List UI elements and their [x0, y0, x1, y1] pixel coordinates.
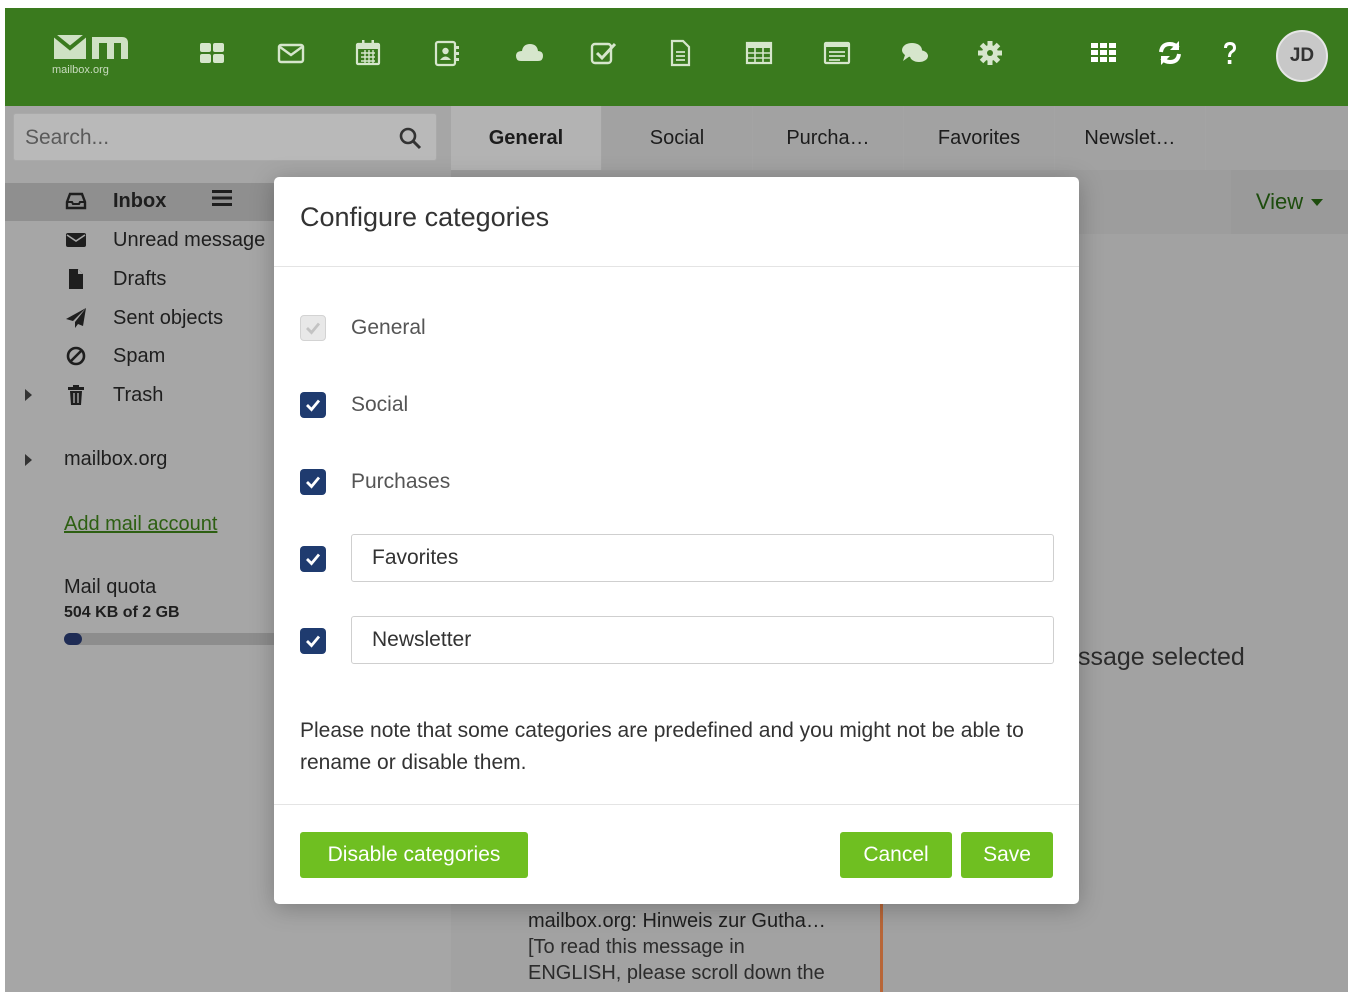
configure-categories-dialog: Configure categories General Social Purc… — [274, 177, 1079, 904]
settings-icon[interactable] — [973, 36, 1007, 70]
sidebar-item-label: Trash — [113, 383, 164, 406]
sidebar-item-unread[interactable]: Unread message — [64, 228, 265, 252]
tab-purchases[interactable]: Purcha… — [753, 106, 904, 170]
sidebar-item-trash[interactable]: Trash — [64, 383, 163, 407]
drive-icon[interactable] — [512, 36, 546, 70]
list-item[interactable]: mailbox.org: Hinweis zur Gutha… [To read… — [528, 908, 826, 986]
calendar-icon[interactable] — [351, 36, 385, 70]
paper-plane-icon — [64, 306, 88, 330]
no-message-selected: ssage selected — [1078, 643, 1245, 671]
refresh-icon[interactable] — [1153, 36, 1187, 70]
tab-general[interactable]: General — [451, 106, 602, 170]
search-placeholder: Search... — [25, 126, 110, 149]
view-button[interactable]: View — [1231, 170, 1348, 234]
mail-subject: mailbox.org: Hinweis zur Gutha… — [528, 910, 826, 932]
cancel-button[interactable]: Cancel — [840, 832, 952, 878]
favorites-checkbox[interactable] — [300, 546, 326, 572]
sidebar-item-spam[interactable]: Spam — [64, 344, 165, 368]
documents-icon[interactable] — [663, 36, 697, 70]
save-button[interactable]: Save — [961, 832, 1053, 878]
envelope-icon — [64, 228, 88, 252]
contacts-icon[interactable] — [429, 36, 463, 70]
purchases-checkbox[interactable] — [300, 469, 326, 495]
inbox-icon — [64, 189, 88, 213]
sidebar-item-drafts[interactable]: Drafts — [64, 267, 166, 291]
presentation-icon[interactable] — [820, 36, 854, 70]
mail-snippet-line1: [To read this message in — [528, 936, 745, 958]
general-checkbox[interactable] — [300, 315, 326, 341]
chat-icon[interactable] — [898, 36, 932, 70]
sidebar-item-inbox[interactable]: Inbox — [64, 189, 233, 213]
trash-icon — [64, 383, 88, 407]
quota-bar — [64, 633, 284, 645]
newsletter-checkbox[interactable] — [300, 628, 326, 654]
tasks-icon[interactable] — [586, 36, 620, 70]
file-icon — [64, 267, 88, 291]
disable-categories-button[interactable]: Disable categories — [300, 832, 528, 878]
sidebar-item-label: Inbox — [113, 189, 167, 212]
expand-account-icon[interactable] — [25, 454, 32, 466]
tab-newsletter[interactable]: Newslet… — [1055, 106, 1206, 170]
mail-snippet-line2: ENGLISH, please scroll down the — [528, 962, 825, 984]
quota-value: 504 KB of 2 GB — [64, 604, 180, 621]
portal-icon[interactable] — [195, 36, 229, 70]
add-mail-account-link[interactable]: Add mail account — [64, 513, 217, 536]
sidebar-item-label: Unread message — [113, 228, 266, 251]
dialog-divider-bottom — [274, 804, 1079, 805]
avatar[interactable]: JD — [1276, 30, 1328, 82]
spreadsheet-icon[interactable] — [742, 36, 776, 70]
dialog-divider-top — [274, 266, 1079, 267]
favorites-name-input[interactable] — [351, 534, 1054, 582]
tab-social[interactable]: Social — [602, 106, 753, 170]
category-tabs: General Social Purcha… Favorites Newslet… — [451, 106, 1206, 170]
apps-grid-icon[interactable] — [1086, 36, 1120, 70]
sidebar-item-label: Sent objects — [113, 306, 224, 329]
menu-icon[interactable] — [212, 189, 233, 213]
expand-trash-icon[interactable] — [25, 389, 32, 401]
social-checkbox[interactable] — [300, 392, 326, 418]
account-name[interactable]: mailbox.org — [64, 448, 167, 471]
search-icon[interactable] — [398, 126, 422, 150]
social-label: Social — [351, 393, 409, 416]
general-label: General — [351, 316, 426, 339]
caret-down-icon — [1311, 198, 1324, 206]
quota-fill — [64, 633, 82, 645]
sidebar-item-label: Spam — [113, 344, 166, 367]
newsletter-name-input[interactable] — [351, 616, 1054, 664]
dialog-title: Configure categories — [300, 202, 550, 232]
search-input[interactable]: Search... — [13, 113, 437, 161]
tab-favorites[interactable]: Favorites — [904, 106, 1055, 170]
predefined-note: Please note that some categories are pre… — [300, 719, 1024, 774]
logo-text: mailbox.org — [52, 64, 109, 76]
mail-icon[interactable] — [274, 36, 308, 70]
ban-icon — [64, 344, 88, 368]
purchases-label: Purchases — [351, 470, 451, 493]
sidebar-item-sent[interactable]: Sent objects — [64, 306, 223, 330]
top-bar: mailbox.org JD — [5, 8, 1348, 106]
sidebar-item-label: Drafts — [113, 267, 167, 290]
view-button-label: View — [1255, 189, 1304, 214]
quota-label: Mail quota — [64, 576, 157, 598]
help-icon[interactable] — [1213, 36, 1247, 70]
message-list-divider — [880, 900, 883, 992]
